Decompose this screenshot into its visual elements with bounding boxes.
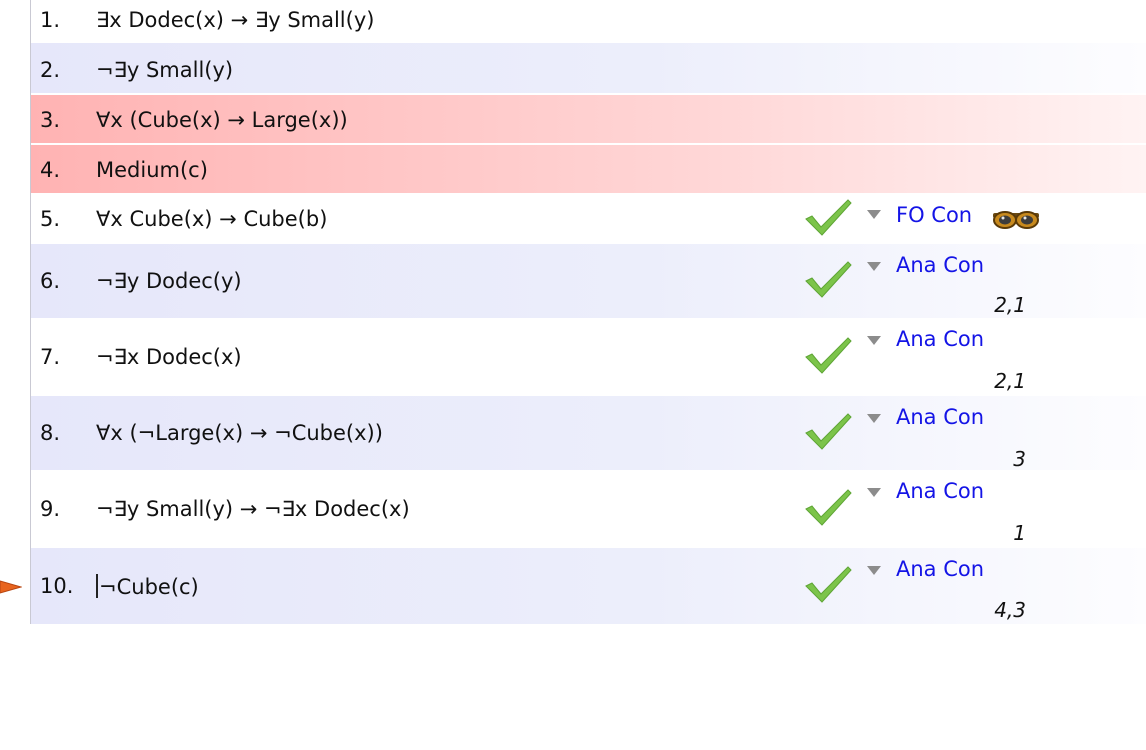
check-icon xyxy=(805,489,852,526)
step-row-10[interactable]: 10. ¬Cube(c) Ana Con 4,3 xyxy=(31,548,1146,624)
rule-dropdown-icon[interactable] xyxy=(867,262,881,271)
sentence[interactable]: ∃x Dodec(x) → ∃y Small(y) xyxy=(96,8,374,32)
check-icon xyxy=(805,413,852,450)
step-number: 7. xyxy=(40,345,61,369)
support-citation[interactable]: 2,1 xyxy=(981,369,1026,393)
step-row-5[interactable]: 5. ∀x Cube(x) → Cube(b) FO Con xyxy=(31,193,1146,244)
check-icon xyxy=(805,199,852,236)
step-number: 5. xyxy=(40,207,61,231)
step-row-6[interactable]: 6. ¬∃y Dodec(y) Ana Con 2,1 xyxy=(31,244,1146,318)
text-cursor xyxy=(96,574,98,598)
step-number: 8. xyxy=(40,421,61,445)
premise-row-1[interactable]: 1. ∃x Dodec(x) → ∃y Small(y) xyxy=(31,0,1146,43)
step-number: 2. xyxy=(40,58,61,82)
premise-row-4[interactable]: 4. Medium(c) xyxy=(31,143,1146,193)
rule-dropdown-icon[interactable] xyxy=(867,414,881,423)
sentence[interactable]: ¬∃y Dodec(y) xyxy=(96,269,242,293)
rule-dropdown-icon[interactable] xyxy=(867,566,881,575)
goggles-icon[interactable] xyxy=(991,206,1041,230)
rule-name[interactable]: Ana Con xyxy=(896,253,984,277)
rule-name[interactable]: FO Con xyxy=(896,203,972,227)
rule-name[interactable]: Ana Con xyxy=(896,327,984,351)
sentence[interactable]: Medium(c) xyxy=(96,158,208,182)
rule-name[interactable]: Ana Con xyxy=(896,479,984,503)
rule-dropdown-icon[interactable] xyxy=(867,336,881,345)
sentence[interactable]: ¬∃y Small(y) → ¬∃x Dodec(x) xyxy=(96,497,410,521)
sentence[interactable]: ¬∃y Small(y) xyxy=(96,58,233,82)
support-citation[interactable]: 1 xyxy=(981,521,1026,545)
rule-name[interactable]: Ana Con xyxy=(896,557,984,581)
step-number: 4. xyxy=(40,158,61,182)
proof-panel: 1. ∃x Dodec(x) → ∃y Small(y) 2. ¬∃y Smal… xyxy=(0,0,1146,750)
step-row-8[interactable]: 8. ∀x (¬Large(x) → ¬Cube(x)) Ana Con 3 xyxy=(31,396,1146,471)
step-number: 10. xyxy=(40,574,74,598)
step-row-7[interactable]: 7. ¬∃x Dodec(x) Ana Con 2,1 xyxy=(31,318,1146,396)
check-icon xyxy=(805,261,852,298)
step-row-9[interactable]: 9. ¬∃y Small(y) → ¬∃x Dodec(x) Ana Con 1 xyxy=(31,470,1146,548)
sentence[interactable]: ¬Cube(c) xyxy=(99,575,199,599)
step-number: 6. xyxy=(40,269,61,293)
support-citation[interactable]: 3 xyxy=(981,447,1026,471)
support-citation[interactable]: 4,3 xyxy=(981,598,1026,622)
sentence[interactable]: ∀x Cube(x) → Cube(b) xyxy=(96,207,327,231)
focus-pointer-icon xyxy=(0,580,22,594)
step-number: 3. xyxy=(40,108,61,132)
sentence[interactable]: ∀x (¬Large(x) → ¬Cube(x)) xyxy=(96,421,383,445)
check-icon xyxy=(805,566,852,603)
sentence[interactable]: ¬∃x Dodec(x) xyxy=(96,345,242,369)
support-citation[interactable]: 2,1 xyxy=(981,293,1026,317)
check-icon xyxy=(805,337,852,374)
rule-dropdown-icon[interactable] xyxy=(867,210,881,219)
rule-dropdown-icon[interactable] xyxy=(867,488,881,497)
premise-row-2[interactable]: 2. ¬∃y Small(y) xyxy=(31,43,1146,93)
sentence[interactable]: ∀x (Cube(x) → Large(x)) xyxy=(96,108,348,132)
step-number: 9. xyxy=(40,497,61,521)
step-number: 1. xyxy=(40,8,61,32)
sentence-editor[interactable]: ¬Cube(c) xyxy=(96,574,199,599)
premise-row-3[interactable]: 3. ∀x (Cube(x) → Large(x)) xyxy=(31,93,1146,143)
rule-name[interactable]: Ana Con xyxy=(896,405,984,429)
